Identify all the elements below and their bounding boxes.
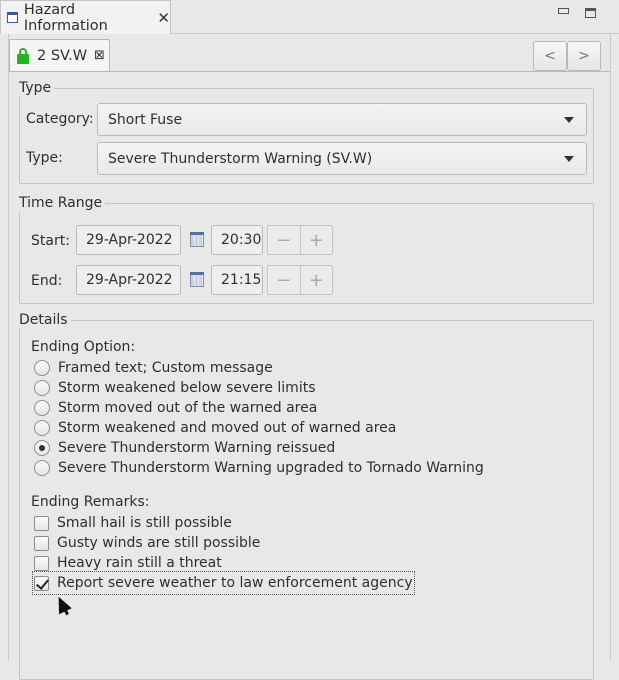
radio-button-selected[interactable]	[34, 440, 50, 456]
tab-close-icon[interactable]: ⊠	[94, 48, 105, 63]
calendar-icon[interactable]	[190, 272, 204, 287]
details-title: Details	[19, 312, 71, 328]
type-group: Type Category: Short Fuse Type: Severe T…	[19, 80, 594, 184]
radio-button[interactable]	[34, 400, 50, 416]
start-time-field[interactable]: 20:30	[211, 225, 263, 255]
ending-option-radio[interactable]: Severe Thunderstorm Warning upgraded to …	[34, 458, 484, 478]
type-dropdown[interactable]: Severe Thunderstorm Warning (SV.W)	[97, 142, 587, 175]
previous-tab-button[interactable]: <	[533, 41, 567, 71]
end-date-field[interactable]: 29-Apr-2022	[76, 265, 181, 295]
time-range-group: Time Range Start: 29-Apr-2022 20:30 − + …	[19, 195, 594, 304]
chevron-down-icon	[564, 156, 574, 162]
window-icon	[7, 12, 18, 23]
category-dropdown[interactable]: Short Fuse	[97, 103, 587, 136]
radio-button[interactable]	[34, 460, 50, 476]
start-decrement-button[interactable]: −	[267, 226, 300, 254]
time-range-title: Time Range	[19, 195, 106, 211]
radio-button[interactable]	[34, 380, 50, 396]
category-value: Short Fuse	[108, 111, 183, 128]
view-tab-hazard-information[interactable]: Hazard Information ✕	[0, 0, 171, 34]
view-title: Hazard Information	[23, 1, 108, 34]
checkbox-checked[interactable]	[34, 575, 49, 591]
checkbox[interactable]	[34, 515, 49, 531]
checkbox[interactable]	[34, 535, 49, 551]
radio-button[interactable]	[34, 360, 50, 376]
panel-body: Type Category: Short Fuse Type: Severe T…	[9, 71, 610, 680]
type-value: Severe Thunderstorm Warning (SV.W)	[108, 150, 373, 167]
end-increment-button[interactable]: +	[299, 266, 333, 294]
ending-remark-checkbox[interactable]: Heavy rain still a threat	[34, 553, 222, 573]
checkbox[interactable]	[34, 555, 49, 571]
category-label: Category:	[26, 111, 94, 127]
ending-option-radio[interactable]: Severe Thunderstorm Warning reissued	[34, 438, 335, 458]
ending-option-radio[interactable]: Storm moved out of the warned area	[34, 398, 317, 418]
hazard-panel: 2 SV.W ⊠ < > Type Category: Short Fuse T…	[8, 34, 611, 680]
ending-option-radio[interactable]: Storm weakened below severe limits	[34, 378, 316, 398]
lock-icon	[17, 47, 29, 64]
hazard-tab-label: 2 SV.W	[37, 47, 88, 64]
calendar-icon[interactable]	[190, 232, 204, 247]
type-label: Type:	[26, 150, 63, 166]
view-tab-bar: Hazard Information ✕	[0, 0, 619, 34]
start-date-field[interactable]: 29-Apr-2022	[76, 225, 181, 255]
close-icon[interactable]: ✕	[157, 9, 170, 27]
hazard-tab[interactable]: 2 SV.W ⊠	[9, 39, 110, 71]
end-label: End:	[31, 273, 63, 289]
details-group: Details Ending Option: Framed text; Cust…	[19, 312, 594, 680]
end-time-stepper: − +	[267, 265, 333, 295]
ending-remark-checkbox-focused[interactable]: Report severe weather to law enforcement…	[32, 571, 415, 595]
end-time-field[interactable]: 21:15	[211, 265, 263, 295]
start-label: Start:	[31, 233, 70, 249]
end-decrement-button[interactable]: −	[267, 266, 300, 294]
ending-remark-checkbox[interactable]: Gusty winds are still possible	[34, 533, 260, 553]
ending-option-radio[interactable]: Framed text; Custom message	[34, 358, 273, 378]
start-time-stepper: − +	[267, 225, 333, 255]
ending-remarks-label: Ending Remarks:	[31, 494, 150, 510]
next-tab-button[interactable]: >	[567, 41, 601, 71]
ending-option-label: Ending Option:	[31, 339, 136, 355]
ending-remark-checkbox[interactable]: Small hail is still possible	[34, 513, 232, 533]
ending-option-radio[interactable]: Storm weakened and moved out of warned a…	[34, 418, 396, 438]
maximize-icon[interactable]	[585, 8, 596, 18]
radio-button[interactable]	[34, 420, 50, 436]
start-increment-button[interactable]: +	[299, 226, 333, 254]
minimize-icon[interactable]	[558, 8, 569, 14]
type-group-title: Type	[19, 80, 55, 96]
chevron-down-icon	[564, 117, 574, 123]
